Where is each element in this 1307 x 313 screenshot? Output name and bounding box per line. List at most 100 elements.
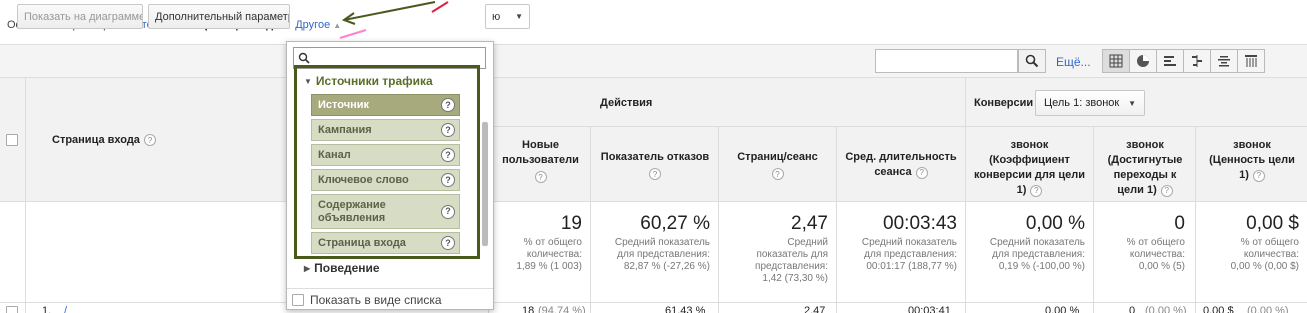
row-index: 1. (42, 305, 52, 313)
total-subtext: для представления: (864, 249, 957, 260)
column-header-conversion-rate[interactable]: звонок (Коэффициент конверсии для цели 1… (967, 138, 1092, 198)
header-group-divider (488, 126, 1307, 127)
search-icon (1025, 54, 1039, 68)
view-switcher (1102, 49, 1265, 73)
column-header-line-text: сеанса (874, 166, 912, 178)
column-header-line: (Ценность цели (1209, 154, 1295, 166)
row-goal-value: 0,00 $ (1203, 305, 1234, 313)
landing-page-column-label: Страница входа (52, 134, 140, 146)
column-header-line: (Достигнутые (1107, 154, 1183, 166)
total-subtext: Средний показатель (861, 237, 957, 248)
select-all-checkbox[interactable] (6, 134, 18, 146)
column-header-line-text: 1) (1016, 184, 1027, 196)
column-header-line: цели 1)? (1117, 183, 1173, 198)
help-icon[interactable]: ? (649, 168, 661, 180)
column-header-avg-duration[interactable]: Сред. длительность сеанса? (838, 150, 964, 180)
comparison-view-button[interactable] (1183, 49, 1211, 73)
row-bounce-rate: 61,43 % (665, 305, 706, 313)
pie-view-icon (1137, 55, 1149, 67)
behavior-group[interactable]: ▶ Поведение (304, 261, 380, 275)
column-divider (718, 127, 719, 313)
chevron-down-icon: ▼ (515, 12, 523, 21)
total-value: 0,00 $ (1246, 213, 1299, 234)
column-header-goal-completions[interactable]: звонок (Достигнутые переходы к цели 1)? (1095, 138, 1195, 198)
total-value: 60,27 % (640, 213, 710, 234)
table-view-icon (1109, 54, 1123, 68)
column-divider (1093, 127, 1094, 313)
column-header-new-users[interactable]: Новые пользователи ? (493, 138, 588, 183)
comparison-view-icon (1192, 55, 1202, 67)
total-avg-duration: 00:03:43 Средний показатель для представ… (840, 213, 957, 273)
total-subtext: Средний показатель (989, 237, 1085, 248)
help-icon[interactable]: ? (915, 166, 928, 179)
secondary-dimension-button[interactable]: Дополнительный параметр (148, 4, 290, 29)
dropdown-scrollbar[interactable] (482, 122, 488, 246)
total-subtext: % от общего (1240, 237, 1299, 248)
row-pages-per-session: 2,47 (804, 305, 826, 313)
help-icon[interactable]: ? (771, 168, 784, 180)
help-icon[interactable]: ? (143, 134, 156, 146)
column-header-line: Показатель отказов (600, 151, 710, 163)
highlight-frame (294, 65, 480, 259)
goal-select[interactable]: Цель 1: звонок ▼ (1035, 90, 1145, 116)
total-subtext: для представления: (992, 249, 1085, 260)
total-subtext: Средний (787, 237, 828, 248)
help-icon[interactable]: ? (1252, 169, 1265, 182)
term-cloud-icon (1218, 56, 1230, 67)
annotation-arrow-icon (339, 1, 436, 39)
help-icon[interactable]: ? (1160, 184, 1173, 197)
annotation-red-mark (431, 1, 449, 13)
total-new-users: 19 % от общего количества: 1,89 % (1 003… (493, 213, 582, 273)
chevron-down-icon: ▼ (1128, 98, 1136, 108)
total-subtext: представления: (755, 261, 828, 272)
show-as-list-checkbox[interactable] (292, 293, 304, 306)
column-divider (1195, 127, 1196, 313)
pie-view-button[interactable] (1129, 49, 1157, 73)
row-landing-page-link[interactable]: / (64, 305, 67, 313)
show-on-chart-button[interactable]: Показать на диаграмме (17, 4, 143, 29)
conversions-group-title: Конверсии (974, 97, 1034, 109)
landing-page-column-header[interactable]: Страница входа ? (52, 134, 156, 146)
help-icon[interactable]: ? (534, 171, 547, 183)
column-header-line: звонок (1126, 139, 1164, 151)
advanced-search-link[interactable]: Ещё... (1056, 55, 1091, 69)
total-subtext: 0,00 % (5) (1138, 261, 1185, 272)
total-value: 2,47 (791, 213, 828, 234)
column-header-bounce-rate[interactable]: Показатель отказов ? (592, 150, 718, 180)
total-subtext: Средний показатель (614, 237, 710, 248)
total-bounce-rate: 60,27 % Средний показатель для представл… (594, 213, 710, 273)
total-pages-per-session: 2,47 Средний показатель для представлени… (722, 213, 828, 285)
dimension-other-label: Другое (295, 19, 331, 31)
column-header-line: звонок (1233, 139, 1271, 151)
total-conversion-rate: 0,00 % Средний показатель для представле… (969, 213, 1085, 273)
search-button[interactable] (1018, 49, 1046, 73)
total-subtext: % от общего (1126, 237, 1185, 248)
column-header-pages-per-session[interactable]: Страниц/сеанс ? (720, 150, 835, 180)
table-row (0, 302, 1307, 313)
total-subtext: для представления: (617, 249, 710, 260)
row-goal-completions-pct: (0,00 %) (1145, 305, 1187, 313)
column-header-line: пользователи (502, 154, 579, 166)
row-checkbox[interactable] (6, 306, 18, 313)
column-header-line: 1)? (1017, 183, 1043, 198)
bar-view-button[interactable] (1156, 49, 1184, 73)
total-subtext: 00:01:17 (188,77 %) (866, 261, 957, 272)
help-icon[interactable]: ? (1030, 184, 1043, 197)
total-value: 19 (560, 213, 582, 234)
column-divider (25, 78, 26, 313)
sort-type-select[interactable]: ю ▼ (485, 4, 530, 29)
table-view-button[interactable] (1102, 49, 1130, 73)
search-icon (298, 52, 310, 64)
total-goal-value: 0,00 $ % от общего количества: 0,00 % (0… (1199, 213, 1299, 273)
table-search-input[interactable] (875, 49, 1018, 73)
column-header-line: сеанса? (874, 165, 928, 180)
total-subtext: 0,19 % (-100,00 %) (998, 261, 1085, 272)
total-subtext: 82,87 % (-27,26 %) (623, 261, 710, 272)
term-cloud-button[interactable] (1210, 49, 1238, 73)
pivot-view-button[interactable] (1237, 49, 1265, 73)
triangle-right-icon: ▶ (304, 263, 311, 273)
column-header-goal-value[interactable]: звонок (Ценность цели 1)? (1197, 138, 1307, 183)
total-value: 0 (1174, 213, 1185, 234)
row-new-users-pct: (94,74 %) (538, 305, 586, 313)
row-goal-value-pct: (0,00 %) (1247, 305, 1289, 313)
